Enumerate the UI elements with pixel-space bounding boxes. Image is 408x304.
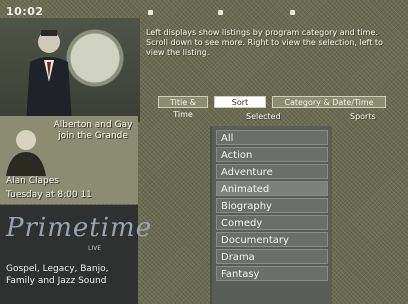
- tab-category-date-time[interactable]: Category & Date/Time: [272, 96, 386, 108]
- channel-logo: Primetime: [6, 213, 153, 243]
- promo-ad-date: Tuesday at 8:00 11: [6, 190, 92, 200]
- host-portrait-image: [6, 130, 46, 176]
- presenter-image: [26, 30, 72, 122]
- top-bar-marker: [218, 10, 223, 15]
- genre-item[interactable]: Biography: [216, 198, 328, 213]
- genre-item[interactable]: All: [216, 130, 328, 145]
- instruction-text: Left displays show listings by program c…: [146, 28, 383, 57]
- clock: 10:02: [6, 5, 44, 18]
- genre-item[interactable]: Animated: [216, 181, 328, 196]
- channel-promo[interactable]: Primetime LIVE Gospel, Legacy, Banjo, Fa…: [0, 205, 151, 304]
- promo-ad[interactable]: Alberton and Gay join the Grande Alan Cl…: [0, 116, 138, 204]
- channel-promo-caption: Gospel, Legacy, Banjo, Family and Jazz S…: [6, 264, 109, 286]
- tv-guide-screen: 10:02 Alberton and Gay join the Grande A…: [0, 0, 408, 304]
- genre-item[interactable]: Action: [216, 147, 328, 162]
- genre-list: All Action Adventure Animated Biography …: [210, 126, 332, 304]
- genre-item[interactable]: Comedy: [216, 215, 328, 230]
- genre-item[interactable]: Fantasy: [216, 266, 328, 281]
- genre-item[interactable]: Documentary: [216, 232, 328, 247]
- tab-sort[interactable]: Sort: [214, 96, 266, 108]
- promo-ad-name: Alan Clapes: [6, 176, 59, 186]
- channel-logo-subtitle: LIVE: [88, 245, 102, 252]
- promo-video-thumbnail[interactable]: [0, 18, 140, 122]
- column-label-left: Selected: [246, 112, 281, 121]
- promo-ad-text: Alberton and Gay join the Grande: [53, 120, 133, 141]
- top-bar-marker: [148, 10, 153, 15]
- tab-title-time[interactable]: Title & Time: [158, 96, 208, 119]
- genre-item[interactable]: Drama: [216, 249, 328, 264]
- genre-item[interactable]: Adventure: [216, 164, 328, 179]
- column-label-right: Sports: [350, 112, 376, 121]
- top-bar-marker: [290, 10, 295, 15]
